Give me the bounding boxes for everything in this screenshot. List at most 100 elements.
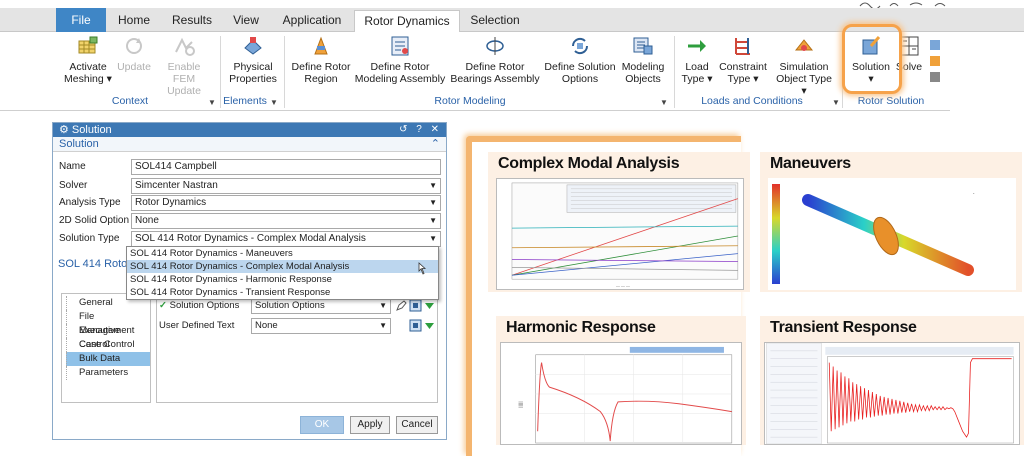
properties-pane: ✓ Solution Options Solution Options ▼ Use…	[156, 293, 438, 403]
dropdown-option[interactable]: SOL 414 Rotor Dynamics - Transient Respo…	[127, 286, 438, 299]
copy-icon[interactable]	[409, 319, 422, 332]
tree-item-bulk-data[interactable]: Bulk Data	[66, 352, 150, 366]
dialog-title-controls[interactable]: ↺ ? ✕	[399, 123, 442, 137]
harmonic-response-plot: |||||	[500, 342, 742, 445]
ok-button[interactable]: OK	[300, 416, 344, 434]
group-dropdown-elements[interactable]: ▼	[270, 98, 278, 107]
checkmark-icon: ✓	[159, 300, 170, 311]
define-rotor-modeling-assembly-button[interactable]: Define Rotor Modeling Assembly	[354, 34, 446, 85]
maneuvers-rotor-image: .	[768, 178, 1016, 290]
simulation-object-type-button[interactable]: Simulation Object Type ▾	[772, 34, 836, 97]
transient-response-card: Transient Response	[760, 316, 1024, 445]
tree-item-case-control[interactable]: Case Control	[66, 338, 150, 352]
group-label-rotor-modeling: Rotor Modeling	[434, 95, 506, 107]
activate-meshing-label-1: Activate	[69, 61, 107, 73]
solver-value: Simcenter Nastran	[135, 180, 218, 191]
update-label: Update	[117, 61, 151, 73]
rotor-solution-small-icons[interactable]	[928, 38, 942, 88]
group-dropdown-context[interactable]: ▼	[208, 98, 216, 107]
solver-row: Solver Simcenter Nastran ▼	[59, 178, 441, 194]
define-solution-options-button[interactable]: Define Solution Options	[544, 34, 616, 85]
physical-properties-label-1: Physical	[233, 61, 273, 73]
update-button[interactable]: Update	[116, 34, 152, 73]
solid-option-select[interactable]: None ▼	[131, 213, 441, 229]
dropdown-option-selected[interactable]: SOL 414 Rotor Dynamics - Complex Modal A…	[127, 260, 438, 273]
physical-properties-button[interactable]: Physical Properties	[226, 34, 280, 85]
name-value: SOL414 Campbell	[135, 161, 217, 172]
analysis-type-row: Analysis Type Rotor Dynamics ▼	[59, 195, 441, 211]
load-arrow-icon	[688, 40, 706, 52]
tab-rotor-dynamics[interactable]: Rotor Dynamics	[354, 10, 460, 33]
user-defined-text-select[interactable]: None ▼	[251, 318, 391, 334]
user-defined-text-row: User Defined Text None ▼	[159, 318, 437, 334]
load-type-button[interactable]: Load Type ▾	[678, 34, 716, 85]
copy-icon[interactable]	[409, 299, 422, 312]
enable-fem-update-button[interactable]: Enable FEM Update	[156, 34, 212, 97]
tab-view[interactable]: View	[224, 10, 268, 32]
modeling-objects-label-2: Objects	[625, 73, 661, 85]
solution-options-select[interactable]: Solution Options ▼	[251, 298, 391, 314]
constraint-type-label-1: Constraint	[719, 61, 767, 73]
group-dropdown-loads[interactable]: ▼	[832, 98, 840, 107]
user-defined-text-label: User Defined Text	[159, 320, 235, 331]
sol414-section-header[interactable]: SOL 414 Rotor	[58, 258, 131, 270]
dropdown-option[interactable]: SOL 414 Rotor Dynamics - Maneuvers	[127, 247, 438, 260]
tree-item-file-management[interactable]: File Management	[66, 310, 150, 336]
dialog-titlebar[interactable]: ⚙ Solution ↺ ? ✕	[53, 123, 446, 137]
ribbon: Activate Meshing ▾ Update Enable FEM Upd…	[0, 32, 950, 111]
solution-section-header[interactable]: Solution ⌃	[53, 137, 446, 151]
tree-item-parameters[interactable]: Parameters	[66, 366, 150, 380]
activate-meshing-label-2: Meshing ▾	[64, 73, 112, 85]
transient-response-plot	[764, 342, 1020, 445]
rotor-region-icon	[314, 36, 328, 55]
divider	[53, 151, 446, 152]
dropdown-option[interactable]: SOL 414 Rotor Dynamics - Harmonic Respon…	[127, 273, 438, 286]
edit-icon[interactable]	[395, 299, 408, 312]
solid-option-row: 2D Solid Option None ▼	[59, 213, 441, 229]
tree-item-executive-control[interactable]: Executive Control	[66, 324, 150, 350]
modeling-assembly-icon	[391, 36, 409, 56]
tab-results[interactable]: Results	[164, 10, 220, 32]
gear-icon: ⚙	[59, 124, 72, 136]
solution-type-row: Solution Type SOL 414 Rotor Dynamics - C…	[59, 231, 441, 247]
define-solution-options-label-2: Options	[561, 73, 599, 85]
modeling-objects-button[interactable]: Modeling Objects	[618, 34, 668, 85]
define-rotor-region-button[interactable]: Define Rotor Region	[290, 34, 352, 85]
tab-selection[interactable]: Selection	[462, 10, 528, 32]
cancel-button[interactable]: Cancel	[396, 416, 438, 434]
solution-type-dropdown-list: SOL 414 Rotor Dynamics - Maneuvers SOL 4…	[126, 246, 439, 300]
constraint-type-button[interactable]: Constraint Type ▾	[716, 34, 770, 85]
collapse-icon[interactable]: ⌃	[431, 137, 440, 151]
chevron-down-icon[interactable]	[423, 299, 436, 312]
define-modeling-assembly-label-2: Modeling Assembly	[354, 73, 446, 85]
load-type-label-2: Type ▾	[681, 73, 713, 85]
tab-application[interactable]: Application	[272, 10, 352, 32]
analysis-type-select[interactable]: Rotor Dynamics ▼	[131, 195, 441, 211]
chevron-down-icon: ▼	[429, 216, 437, 225]
name-field[interactable]: SOL414 Campbell	[131, 159, 441, 175]
maneuvers-card: Maneuvers .	[760, 152, 1022, 292]
enable-fem-label-1: Enable FEM	[167, 61, 201, 85]
group-separator	[674, 36, 675, 108]
apply-button[interactable]: Apply	[350, 416, 390, 434]
solver-select[interactable]: Simcenter Nastran ▼	[131, 178, 441, 194]
fem-update-icon	[175, 37, 195, 56]
chevron-down-icon[interactable]	[423, 319, 436, 332]
tab-home[interactable]: Home	[108, 10, 160, 32]
solution-section-title: Solution	[59, 138, 99, 150]
load-type-label-1: Load	[685, 61, 709, 73]
group-separator	[284, 36, 285, 108]
define-rotor-bearings-assembly-button[interactable]: Define Rotor Bearings Assembly	[448, 34, 542, 85]
group-dropdown-rotor-modeling[interactable]: ▼	[660, 98, 668, 107]
constraint-icon	[735, 38, 750, 55]
simulation-object-label-1: Simulation	[779, 61, 829, 73]
constraint-type-label-2: Type ▾	[727, 73, 759, 85]
solution-options-value: Solution Options	[255, 300, 325, 311]
solution-type-value: SOL 414 Rotor Dynamics - Complex Modal A…	[135, 233, 366, 244]
solution-button-highlight	[842, 24, 902, 94]
solution-type-select[interactable]: SOL 414 Rotor Dynamics - Complex Modal A…	[131, 231, 441, 247]
chevron-down-icon: ▼	[429, 198, 437, 207]
define-rotor-region-label-1: Define Rotor	[291, 61, 351, 73]
activate-meshing-button[interactable]: Activate Meshing ▾	[62, 34, 114, 85]
tab-file[interactable]: File	[56, 8, 106, 32]
